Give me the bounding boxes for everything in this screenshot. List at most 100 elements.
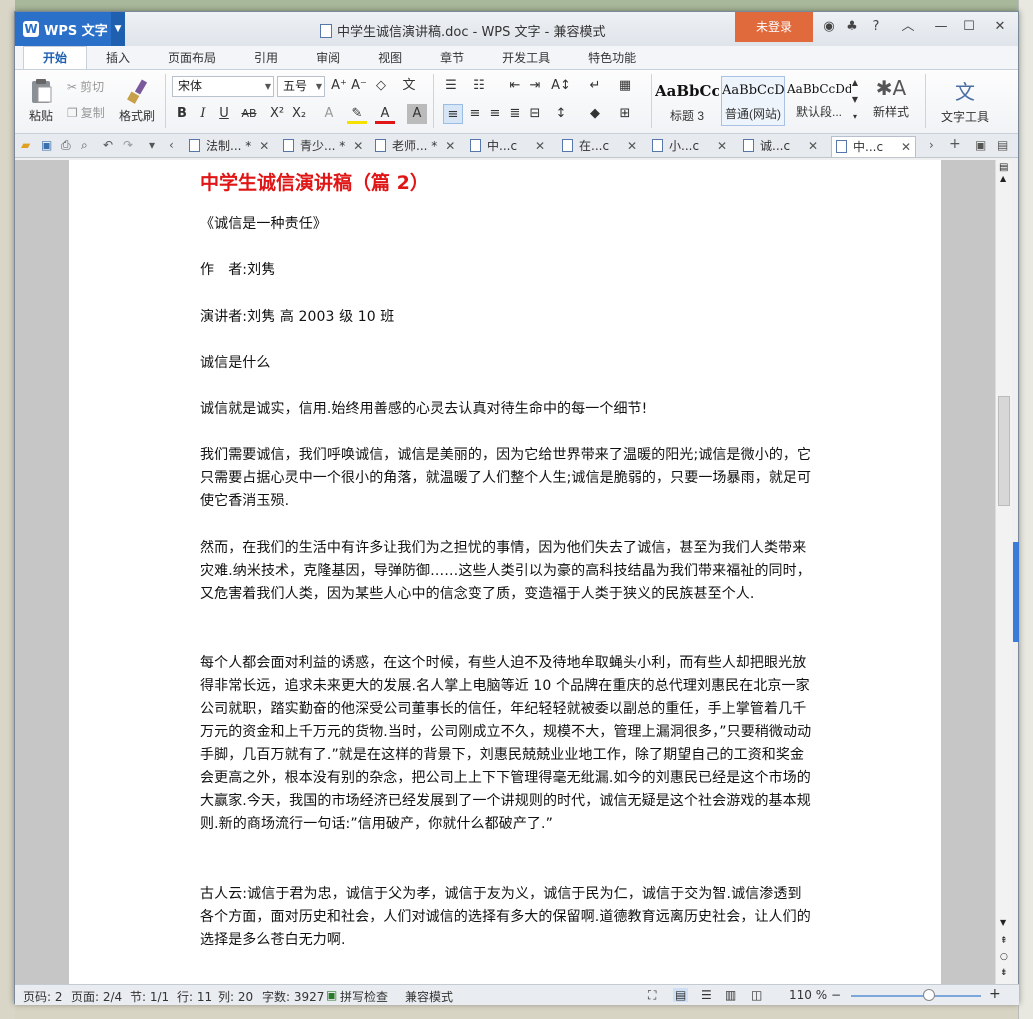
paste-button[interactable]: 粘贴 <box>23 78 59 124</box>
print-preview-icon[interactable]: ⌕ <box>81 138 88 153</box>
status-word-count[interactable]: 字数: 3927 <box>262 988 324 1005</box>
table-icon[interactable]: ▦ <box>615 76 635 96</box>
chevron-down-icon[interactable]: ▼ <box>111 12 125 46</box>
tab-chapter[interactable]: 章节 <box>421 47 483 69</box>
font-size-select[interactable]: 五号 ▼ <box>277 76 325 97</box>
doc-tab-active[interactable]: 中...c ✕ <box>831 136 917 157</box>
outline-view-icon[interactable]: ☰ <box>701 988 712 1002</box>
spell-check-icon[interactable]: ▣ <box>326 988 337 1002</box>
text-effect-icon[interactable]: A <box>319 104 339 124</box>
doc-tab[interactable]: 在...c ✕ <box>562 136 637 157</box>
fullscreen-view-icon[interactable]: ⛶ <box>648 988 656 1003</box>
status-pages[interactable]: 页面: 2/4 <box>71 988 122 1005</box>
scrollbar-thumb[interactable] <box>998 396 1010 506</box>
print-icon[interactable]: ⎙ <box>61 138 71 153</box>
distribute-icon[interactable]: ⊟ <box>525 104 545 124</box>
zoom-slider[interactable] <box>851 995 981 997</box>
close-tab-icon[interactable]: ✕ <box>259 139 269 153</box>
increase-indent-icon[interactable]: ⇥ <box>525 76 545 96</box>
italic-icon[interactable]: I <box>193 104 213 124</box>
ruler-toggle-icon[interactable]: ▤ <box>999 162 1008 173</box>
close-tab-icon[interactable]: ✕ <box>627 139 637 153</box>
style-heading-3[interactable]: AaBbCcI 标题 3 <box>655 76 719 126</box>
zoom-slider-thumb[interactable] <box>923 989 935 1001</box>
app-menu-button[interactable]: W WPS 文字 ▼ <box>15 12 125 46</box>
tab-page-layout[interactable]: 页面布局 <box>149 47 235 69</box>
tab-developer[interactable]: 开发工具 <box>483 47 569 69</box>
open-folder-icon[interactable]: ▰ <box>21 138 30 152</box>
tab-review[interactable]: 审阅 <box>297 47 359 69</box>
undo-icon[interactable]: ↶ <box>103 138 113 152</box>
tab-references[interactable]: 引用 <box>235 47 297 69</box>
web-view-icon[interactable]: ◫ <box>751 988 762 1002</box>
grow-font-icon[interactable]: A⁺ <box>329 76 349 96</box>
phonetic-guide-icon[interactable]: 文 <box>399 76 419 96</box>
redo-icon[interactable]: ↷ <box>123 138 133 152</box>
quick-access-dropdown-icon[interactable]: ▾ <box>149 138 155 152</box>
numbered-list-icon[interactable]: ☷ <box>469 76 489 96</box>
scroll-tabs-left-icon[interactable]: ‹ <box>169 138 174 152</box>
styles-scroll-icon[interactable]: ▲ ▼ ▾ <box>849 74 861 126</box>
close-icon[interactable]: ✕ <box>991 18 1009 36</box>
close-tab-icon[interactable]: ✕ <box>901 140 911 154</box>
skin-icon[interactable]: ◉ <box>820 18 838 36</box>
line-spacing-icon[interactable]: ↕ <box>551 104 571 124</box>
vertical-scrollbar[interactable]: ▤ ▲ ▼ ⇞ ○ ⇟ <box>995 160 1012 985</box>
char-shading-icon[interactable]: A <box>407 104 427 124</box>
select-browse-icon[interactable]: ○ <box>1000 952 1008 962</box>
copy-button[interactable]: ❐ 复制 <box>67 104 105 121</box>
tab-menu-icon[interactable]: ▤ <box>997 138 1008 152</box>
zoom-in-icon[interactable]: + <box>989 986 1001 1002</box>
close-tab-icon[interactable]: ✕ <box>808 139 818 153</box>
chinese-layout-icon[interactable]: A↕ <box>551 76 571 96</box>
subscript-icon[interactable]: X₂ <box>289 104 309 124</box>
bold-icon[interactable]: B <box>172 104 192 124</box>
align-left-icon[interactable]: ≡ <box>443 104 463 124</box>
status-spell-check[interactable]: 拼写检查 <box>340 988 388 1005</box>
style-normal-web[interactable]: AaBbCcD 普通(网站) <box>721 76 785 126</box>
page-view-icon[interactable]: ▤ <box>673 988 689 1002</box>
tab-home[interactable]: 开始 <box>23 46 88 69</box>
minimize-icon[interactable]: — <box>932 18 950 36</box>
underline-icon[interactable]: U <box>214 104 234 124</box>
fill-color-icon[interactable]: ◆ <box>585 104 605 124</box>
new-style-button[interactable]: ✱A 新样式 <box>865 76 917 120</box>
doc-tab[interactable]: 诚...c ✕ <box>743 136 818 157</box>
doc-tab[interactable]: 老师... * ✕ <box>375 136 455 157</box>
login-button[interactable]: 未登录 <box>735 12 813 42</box>
decrease-indent-icon[interactable]: ⇤ <box>505 76 525 96</box>
doc-tab[interactable]: 小...c ✕ <box>652 136 727 157</box>
scroll-up-icon[interactable]: ▲ <box>1000 174 1006 183</box>
close-tab-icon[interactable]: ✕ <box>717 139 727 153</box>
tab-view[interactable]: 视图 <box>359 47 421 69</box>
new-tab-icon[interactable]: + <box>949 136 961 152</box>
style-default-paragraph[interactable]: AaBbCcDd 默认段... <box>787 76 851 126</box>
shirt-icon[interactable]: ♣ <box>843 18 861 36</box>
doc-tab[interactable]: 青少... * ✕ <box>283 136 363 157</box>
shrink-font-icon[interactable]: A⁻ <box>349 76 369 96</box>
doc-tab[interactable]: 法制... * ✕ <box>189 136 269 157</box>
cut-button[interactable]: ✂ 剪切 <box>67 78 104 95</box>
borders-icon[interactable]: ⊞ <box>615 104 635 124</box>
maximize-icon[interactable]: ☐ <box>960 18 978 36</box>
close-tab-icon[interactable]: ✕ <box>445 139 455 153</box>
clear-format-icon[interactable]: ◇ <box>371 76 391 96</box>
align-center-icon[interactable]: ≡ <box>465 104 485 124</box>
font-color-icon[interactable]: A <box>375 104 395 124</box>
close-tab-icon[interactable]: ✕ <box>535 139 545 153</box>
font-name-select[interactable]: 宋体 ▼ <box>172 76 274 97</box>
text-tools-button[interactable]: 文 文字工具 <box>933 76 997 125</box>
tab-special-features[interactable]: 特色功能 <box>569 47 655 69</box>
highlight-icon[interactable]: ✎ <box>347 104 367 124</box>
status-page-code[interactable]: 页码: 2 <box>23 988 63 1005</box>
save-icon[interactable]: ▣ <box>41 138 52 152</box>
close-tab-icon[interactable]: ✕ <box>353 139 363 153</box>
zoom-out-icon[interactable]: − <box>831 988 841 1002</box>
help-icon[interactable]: ? <box>867 18 885 36</box>
superscript-icon[interactable]: X² <box>267 104 287 124</box>
next-page-icon[interactable]: ⇟ <box>1000 968 1008 978</box>
doc-tab[interactable]: 中...c ✕ <box>470 136 545 157</box>
zoom-level[interactable]: 110 % <box>789 988 827 1002</box>
tab-list-icon[interactable]: ▣ <box>975 138 986 152</box>
bullet-list-icon[interactable]: ☰ <box>441 76 461 96</box>
